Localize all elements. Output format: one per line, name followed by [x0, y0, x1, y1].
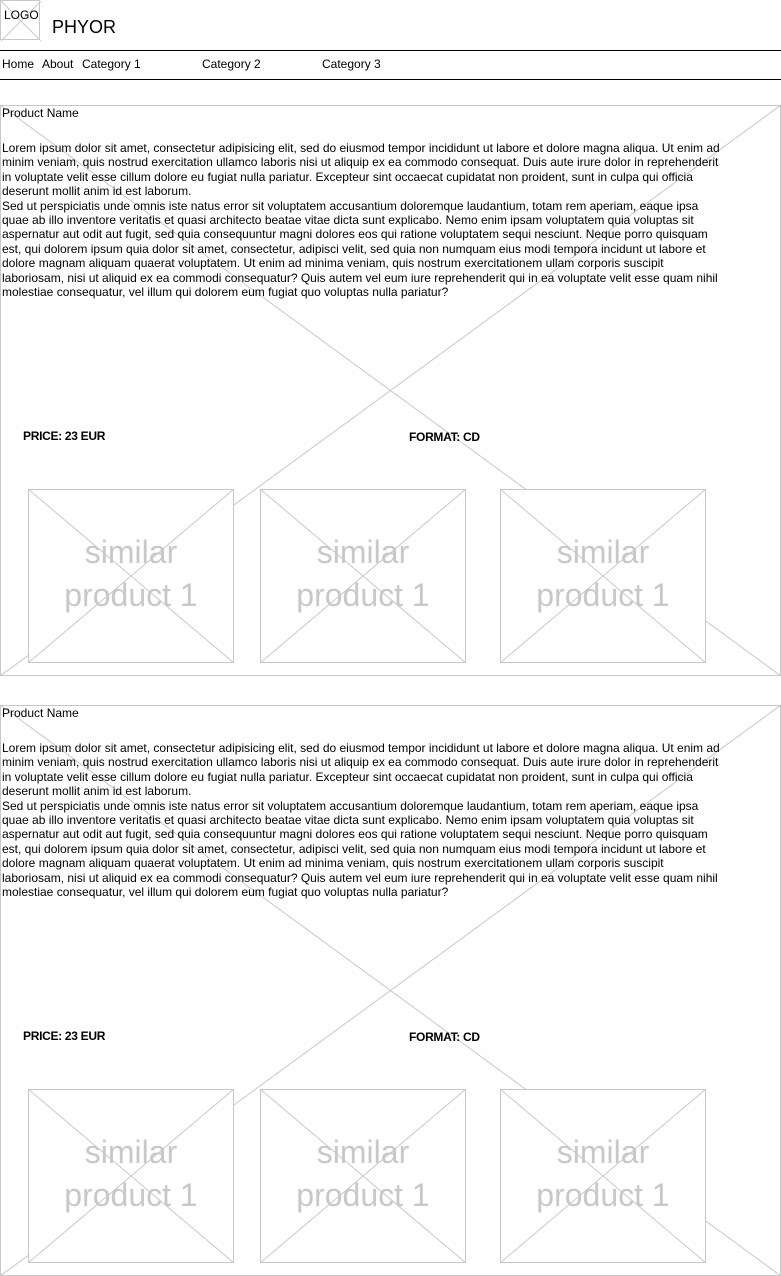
product-card: Product Name Lorem ipsum dolor sit amet,…	[0, 705, 781, 1276]
product-format: FORMAT: CD	[409, 430, 480, 444]
nav-category-1[interactable]: Category 1	[82, 57, 141, 71]
similar-product-label-line: similar	[316, 1134, 410, 1170]
similar-product-label-line: product 1	[536, 577, 670, 613]
similar-product-label: similar product 1	[500, 531, 706, 617]
site-name: PHYOR	[52, 17, 117, 37]
logo-placeholder[interactable]: LOGO	[0, 0, 41, 41]
nav-home[interactable]: Home	[2, 57, 34, 71]
similar-product-label: similar product 1	[260, 1131, 466, 1217]
similar-product-label-line: similar	[556, 1134, 650, 1170]
description-paragraph: Lorem ipsum dolor sit amet, consectetur …	[2, 141, 720, 199]
similar-product-label-line: similar	[84, 1134, 178, 1170]
product-price: PRICE: 23 EUR	[23, 1029, 106, 1043]
product-name: Product Name	[2, 706, 79, 720]
similar-product-label: similar product 1	[260, 531, 466, 617]
similar-product-label-line: product 1	[64, 1177, 198, 1213]
similar-product-label-line: similar	[556, 534, 650, 570]
similar-product-card[interactable]: similar product 1	[500, 1089, 706, 1263]
product-name: Product Name	[2, 106, 79, 120]
logo-label: LOGO	[4, 8, 39, 22]
header-divider	[0, 50, 781, 51]
product-description: Lorem ipsum dolor sit amet, consectetur …	[2, 141, 724, 299]
similar-product-label-line: similar	[316, 534, 410, 570]
similar-product-label-line: product 1	[64, 577, 198, 613]
description-paragraph: Sed ut perspiciatis unde omnis iste natu…	[2, 198, 718, 300]
similar-product-card[interactable]: similar product 1	[28, 1089, 234, 1263]
similar-product-card[interactable]: similar product 1	[260, 489, 466, 663]
similar-product-label: similar product 1	[28, 531, 234, 617]
similar-product-label-line: product 1	[296, 1177, 430, 1213]
similar-product-label: similar product 1	[28, 1131, 234, 1217]
description-paragraph: Lorem ipsum dolor sit amet, consectetur …	[2, 741, 720, 799]
similar-product-label-line: similar	[84, 534, 178, 570]
nav-about[interactable]: About	[42, 57, 73, 71]
product-description: Lorem ipsum dolor sit amet, consectetur …	[2, 741, 724, 899]
nav-category-3[interactable]: Category 3	[322, 57, 381, 71]
similar-product-label: similar product 1	[500, 1131, 706, 1217]
product-card: Product Name Lorem ipsum dolor sit amet,…	[0, 105, 781, 676]
similar-product-card[interactable]: similar product 1	[260, 1089, 466, 1263]
similar-product-card[interactable]: similar product 1	[28, 489, 234, 663]
description-paragraph: Sed ut perspiciatis unde omnis iste natu…	[2, 798, 718, 900]
similar-product-card[interactable]: similar product 1	[500, 489, 706, 663]
product-format: FORMAT: CD	[409, 1030, 480, 1044]
similar-product-label-line: product 1	[536, 1177, 670, 1213]
similar-product-label-line: product 1	[296, 577, 430, 613]
nav-divider	[0, 79, 781, 80]
nav-category-2[interactable]: Category 2	[202, 57, 261, 71]
product-price: PRICE: 23 EUR	[23, 429, 106, 443]
